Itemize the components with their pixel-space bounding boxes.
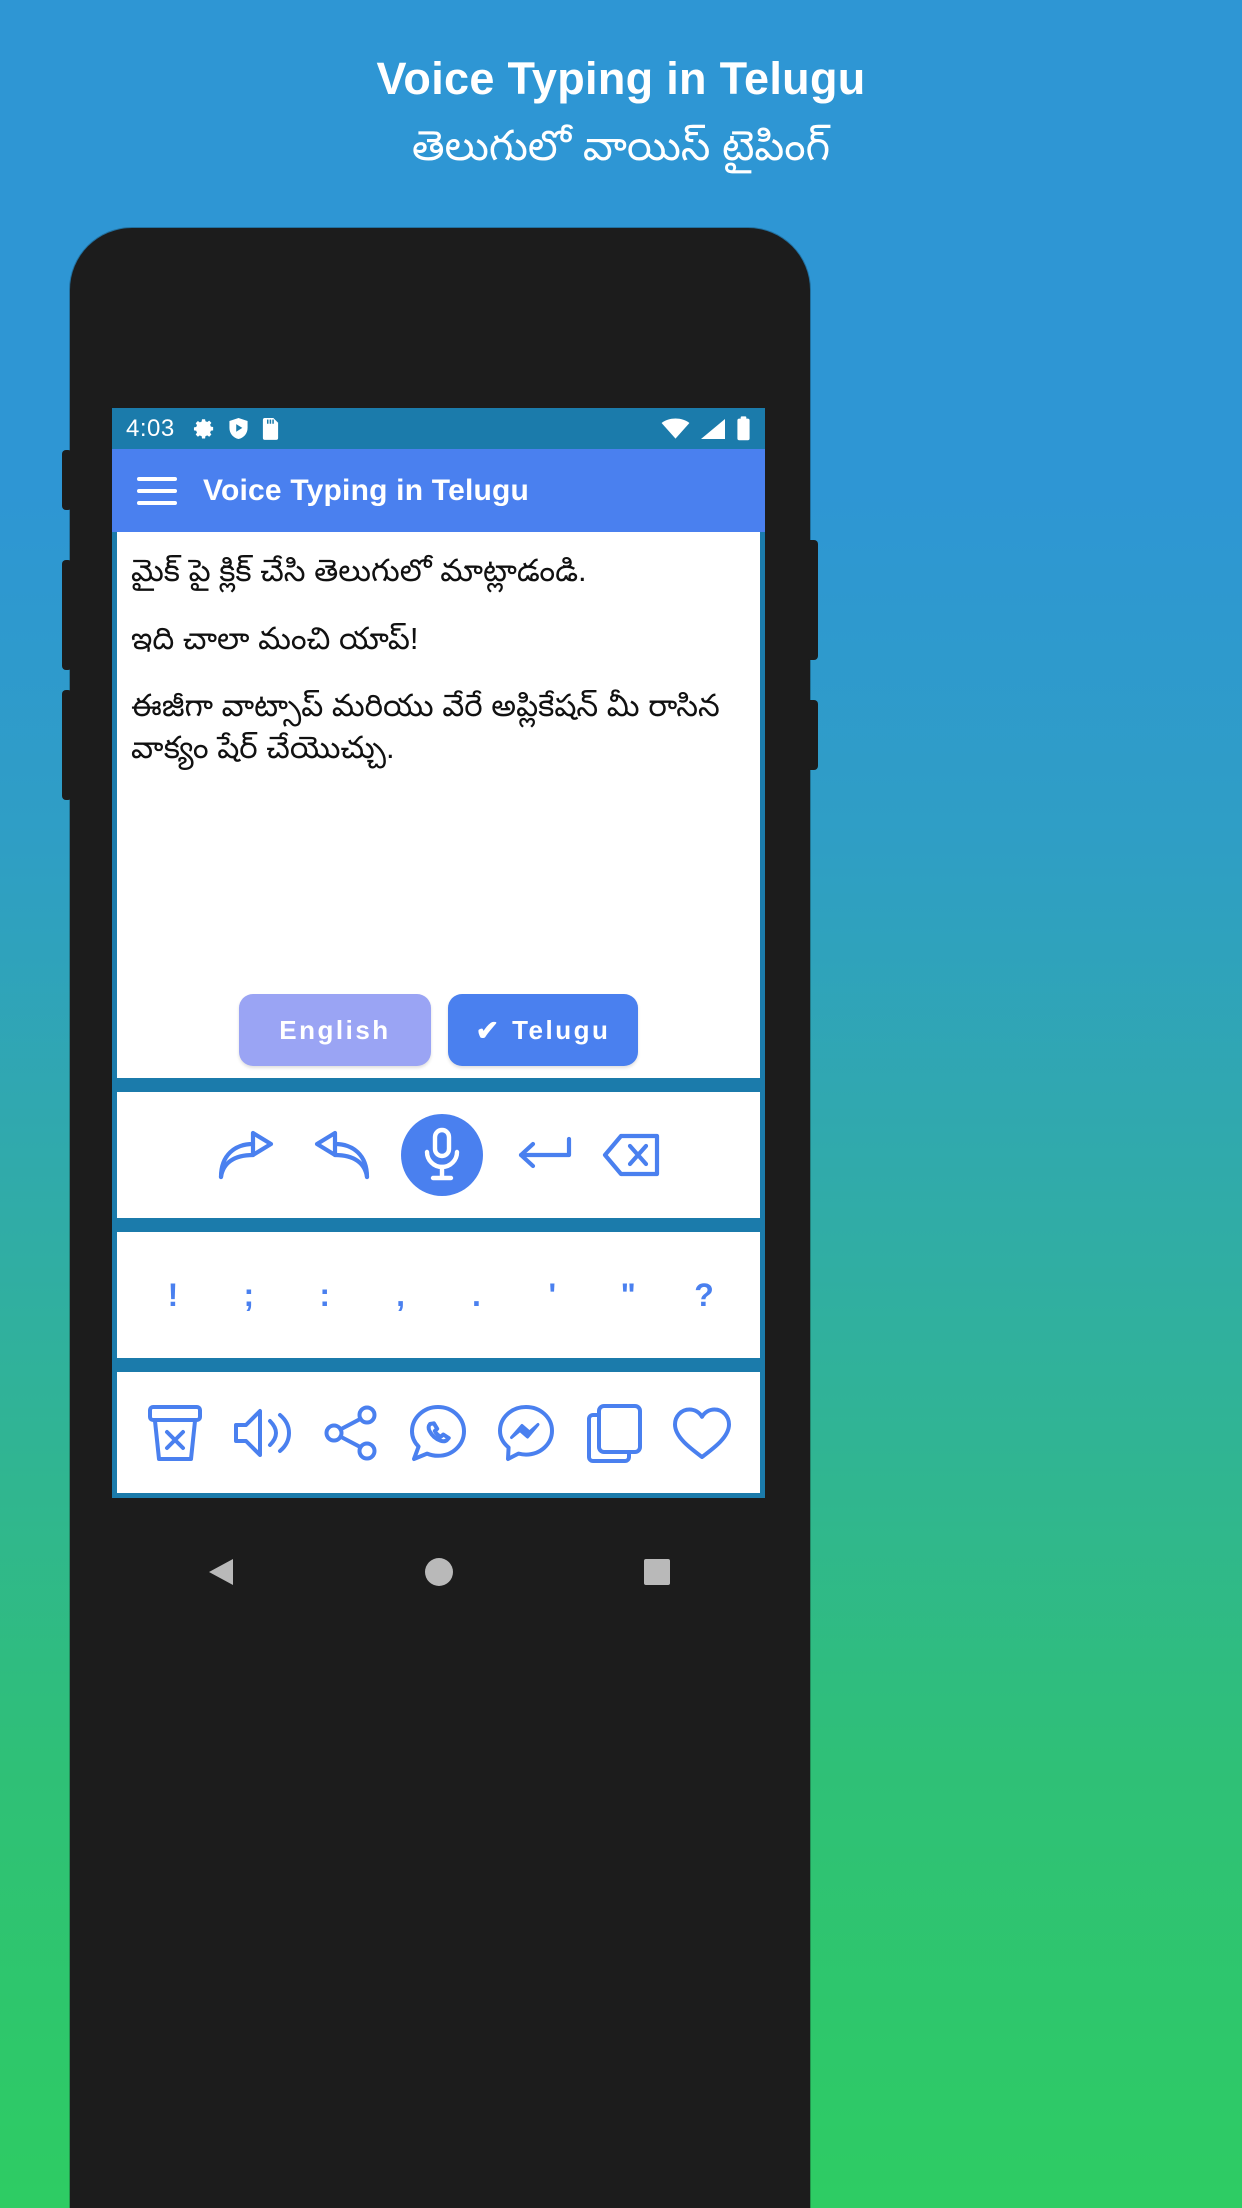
editor-paragraph-1: మైక్ పై క్లిక్ చేసి తెలుగులో మాట్లాడండి. [131,553,587,588]
editor-paragraph-3: ఈజీగా వాట్సాప్ మరియు వేరే అప్లికేషన్ మీ … [131,688,720,765]
phone-side-notch-1 [62,450,72,510]
mic-button[interactable] [400,1114,483,1196]
whatsapp-button[interactable] [405,1400,471,1466]
telugu-button[interactable]: ✔ Telugu [448,994,638,1066]
hamburger-menu-icon[interactable] [137,476,177,505]
telugu-button-label: Telugu [512,1014,611,1045]
editor-paragraph-2: ఇది చాలా మంచి యాప్! [131,620,419,656]
punct-key[interactable]: ; [223,1255,275,1335]
android-status-bar: 4:03 [112,408,765,449]
wifi-icon [661,418,690,440]
punctuation-row: ! ; : , . ' " ? [112,1232,765,1358]
phone-side-notch-2 [62,560,72,670]
phone-volume-button [806,540,818,660]
status-bar-clock: 4:03 [126,414,175,442]
messenger-button[interactable] [493,1400,559,1466]
redo-button[interactable] [217,1129,279,1181]
language-selector-row: English ✔ Telugu [112,982,765,1078]
android-back-button[interactable] [207,1557,235,1587]
row-separator [112,1078,765,1092]
punct-key[interactable]: ' [526,1255,578,1335]
punct-key[interactable]: ! [147,1255,199,1335]
speak-button[interactable] [230,1400,296,1466]
check-icon: ✔ [475,1014,500,1046]
phone-power-button [806,700,818,770]
signal-icon [700,418,726,440]
undo-button[interactable] [309,1129,371,1181]
hamburger-line [137,476,177,481]
hamburger-line [137,488,177,493]
clear-text-button[interactable] [142,1400,208,1466]
punct-key[interactable]: . [450,1255,502,1335]
android-home-button[interactable] [424,1557,454,1587]
action-row [112,1372,765,1498]
row-separator [112,1358,765,1372]
shield-play-icon [228,417,249,440]
app-bar-title: Voice Typing in Telugu [203,473,530,507]
backspace-button[interactable] [602,1132,661,1178]
newline-button[interactable] [513,1133,573,1177]
promo-title-telugu: తెలుగులో వాయిస్ టైపింగ్ [411,121,831,169]
share-button[interactable] [318,1400,384,1466]
row-separator [112,1218,765,1232]
hamburger-line [137,500,177,505]
phone-side-notch-3 [62,690,72,800]
sd-card-icon [261,417,280,440]
promo-title-english: Voice Typing in Telugu [376,53,866,104]
copy-button[interactable] [581,1400,647,1466]
android-nav-bar [112,1498,765,1646]
app-bar: Voice Typing in Telugu [112,449,765,532]
english-button[interactable]: English [239,994,431,1066]
punct-key[interactable]: , [375,1255,427,1335]
promo-header: Voice Typing in Telugu తెలుగులో వాయిస్ ట… [0,0,1242,173]
battery-icon [736,416,751,441]
android-recents-button[interactable] [643,1558,671,1586]
punct-key[interactable]: : [299,1255,351,1335]
punct-key[interactable]: " [602,1255,654,1335]
gear-icon [193,417,216,440]
punct-key[interactable]: ? [678,1255,730,1335]
english-button-label: English [279,1014,391,1045]
mic-toolbar-row [112,1092,765,1218]
favorite-button[interactable] [669,1400,735,1466]
